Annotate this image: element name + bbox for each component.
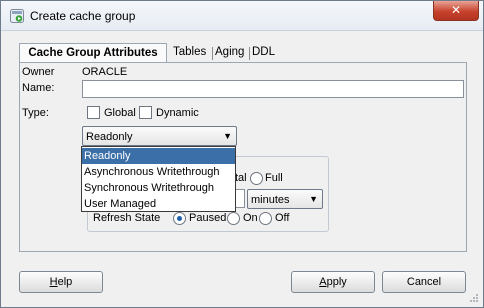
paused-radio[interactable] bbox=[173, 212, 186, 225]
paused-label: Paused bbox=[189, 212, 227, 224]
name-input[interactable] bbox=[82, 80, 464, 98]
dropdown-option-synchronous-writethrough[interactable]: Synchronous Writethrough bbox=[82, 180, 235, 196]
dialog-window: Create cache group ✕ Cache Group Attribu… bbox=[0, 0, 484, 308]
global-label: Global bbox=[104, 107, 136, 119]
apply-button[interactable]: Apply bbox=[291, 271, 375, 293]
dynamic-label: Dynamic bbox=[156, 107, 199, 119]
on-label: On bbox=[243, 212, 258, 224]
dropdown-option-asynchronous-writethrough[interactable]: Asynchronous Writethrough bbox=[82, 164, 235, 180]
tab-ddl[interactable]: DDL bbox=[248, 43, 279, 63]
apply-label: pply bbox=[326, 276, 347, 288]
off-radio[interactable] bbox=[259, 212, 272, 225]
tab-cache-group-attributes[interactable]: Cache Group Attributes bbox=[19, 43, 167, 63]
on-radio[interactable] bbox=[227, 212, 240, 225]
app-icon bbox=[10, 9, 24, 23]
name-label: Name: bbox=[22, 82, 55, 94]
close-icon: ✕ bbox=[450, 3, 462, 17]
cache-type-dropdown: Readonly Asynchronous Writethrough Synch… bbox=[81, 146, 236, 212]
interval-unit-select[interactable]: minutes ▼ bbox=[247, 189, 323, 209]
chevron-down-icon: ▼ bbox=[309, 194, 318, 204]
type-label: Type: bbox=[22, 107, 49, 119]
cache-type-value: Readonly bbox=[86, 131, 133, 143]
resize-grip-icon[interactable] bbox=[469, 293, 479, 303]
tab-tables[interactable]: Tables bbox=[169, 43, 210, 63]
window-title: Create cache group bbox=[30, 9, 136, 23]
off-label: Off bbox=[275, 212, 290, 224]
cancel-button[interactable]: Cancel bbox=[382, 271, 466, 293]
owner-label: Owner bbox=[22, 66, 55, 78]
refresh-state-label: Refresh State bbox=[93, 212, 161, 224]
owner-value: ORACLE bbox=[82, 66, 128, 78]
chevron-down-icon: ▼ bbox=[223, 131, 232, 141]
dropdown-option-readonly[interactable]: Readonly bbox=[82, 148, 235, 164]
help-mnemonic: H bbox=[49, 276, 58, 288]
full-radio[interactable] bbox=[250, 172, 263, 185]
tab-aging[interactable]: Aging bbox=[211, 43, 248, 63]
close-button[interactable]: ✕ bbox=[433, 1, 479, 21]
title-bar[interactable]: Create cache group ✕ bbox=[1, 1, 483, 31]
cache-type-select[interactable]: Readonly ▼ bbox=[82, 126, 237, 146]
help-label: elp bbox=[57, 276, 73, 288]
help-button[interactable]: Help bbox=[19, 271, 103, 293]
global-checkbox[interactable] bbox=[87, 106, 100, 119]
full-label: Full bbox=[265, 172, 283, 184]
interval-unit-value: minutes bbox=[251, 194, 290, 206]
incremental-label: tal bbox=[235, 172, 247, 184]
apply-mnemonic: A bbox=[319, 276, 327, 288]
interval-input[interactable] bbox=[235, 189, 245, 208]
dynamic-checkbox[interactable] bbox=[139, 106, 152, 119]
dropdown-option-user-managed[interactable]: User Managed bbox=[82, 196, 235, 212]
